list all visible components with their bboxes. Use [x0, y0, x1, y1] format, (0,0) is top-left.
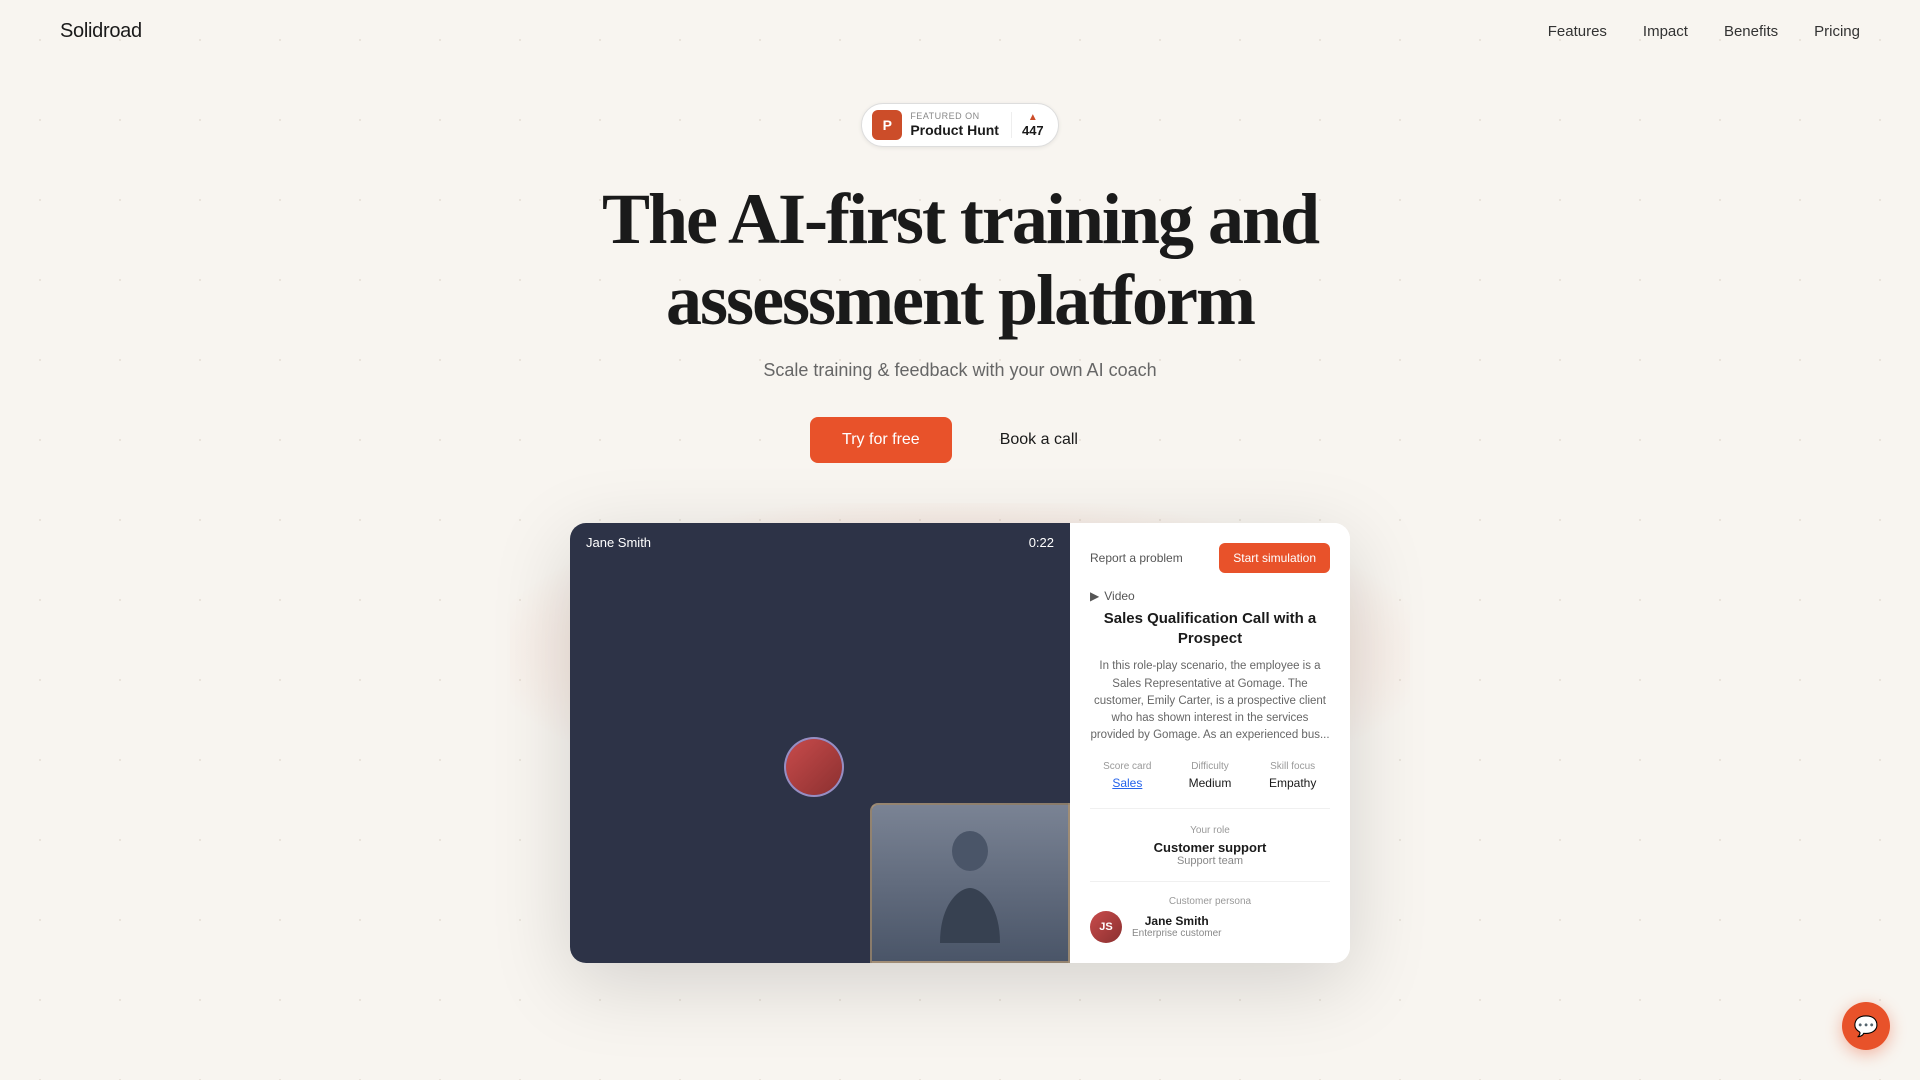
- ph-featured-label: FEATURED ON: [910, 111, 979, 122]
- nav-features[interactable]: Features: [1548, 23, 1607, 40]
- role-team: Support team: [1090, 855, 1330, 867]
- product-hunt-logo: P: [872, 110, 902, 140]
- skill-focus-value: Empathy: [1269, 776, 1316, 790]
- ph-upvote-icon: ▲: [1028, 112, 1038, 123]
- score-card-value[interactable]: Sales: [1112, 776, 1142, 790]
- info-panel: Report a problem Start simulation ▶ Vide…: [1070, 523, 1350, 962]
- nav-benefits[interactable]: Benefits: [1724, 23, 1778, 40]
- chat-icon: 💬: [1854, 1014, 1879, 1039]
- hero-headline: The AI-first training and assessment pla…: [602, 179, 1318, 340]
- persona-type: Enterprise customer: [1132, 928, 1221, 939]
- type-label: Video: [1104, 589, 1134, 603]
- persona-info: Jane Smith Enterprise customer: [1132, 914, 1221, 939]
- demo-container: Jane Smith 0:22: [570, 523, 1350, 962]
- info-panel-header: Report a problem Start simulation: [1090, 543, 1330, 573]
- nav-impact[interactable]: Impact: [1643, 23, 1688, 40]
- role-section: Your role Customer support Support team: [1090, 825, 1330, 882]
- scenario-title: Sales Qualification Call with a Prospect: [1090, 609, 1330, 648]
- meta-grid: Score card Sales Difficulty Medium Skill…: [1090, 761, 1330, 809]
- difficulty-label: Difficulty: [1173, 761, 1248, 772]
- difficulty-meta: Difficulty Medium: [1173, 761, 1248, 792]
- demo-wrapper: Jane Smith 0:22: [0, 523, 1920, 962]
- persona-name: Jane Smith: [1132, 914, 1221, 928]
- difficulty-value: Medium: [1189, 776, 1232, 790]
- chat-support-button[interactable]: 💬: [1842, 1002, 1890, 1050]
- role-section-label: Your role: [1090, 825, 1330, 836]
- book-call-button[interactable]: Book a call: [968, 417, 1110, 463]
- persona-section-label: Customer persona: [1090, 896, 1330, 907]
- try-free-button[interactable]: Try for free: [810, 417, 952, 463]
- report-problem-link[interactable]: Report a problem: [1090, 551, 1183, 565]
- ph-vote-count: 447: [1022, 123, 1044, 138]
- video-timer: 0:22: [1029, 535, 1054, 550]
- video-icon: ▶: [1090, 589, 1099, 603]
- logo[interactable]: Solidroad: [60, 20, 142, 43]
- video-person-name: Jane Smith: [586, 535, 651, 550]
- persona-avatar: JS: [1090, 911, 1122, 943]
- video-panel: Jane Smith 0:22: [570, 523, 1070, 962]
- product-hunt-badge[interactable]: P FEATURED ON Product Hunt ▲ 447: [861, 103, 1058, 147]
- hero-subtitle: Scale training & feedback with your own …: [763, 360, 1156, 381]
- avatar-image: [786, 739, 842, 795]
- persona-section: Customer persona JS Jane Smith Enterpris…: [1090, 896, 1330, 943]
- person-svg: [930, 823, 1010, 943]
- skill-focus-meta: Skill focus Empathy: [1255, 761, 1330, 792]
- scenario-description: In this role-play scenario, the employee…: [1090, 658, 1330, 744]
- avatar-circle: [784, 737, 844, 797]
- ph-name: Product Hunt: [910, 122, 999, 139]
- score-card-label: Score card: [1090, 761, 1165, 772]
- person-silhouette: [872, 805, 1068, 961]
- person-video-thumbnail: [870, 803, 1070, 963]
- nav-pricing[interactable]: Pricing: [1814, 23, 1860, 40]
- video-header: Jane Smith 0:22: [570, 523, 1070, 562]
- role-name: Customer support: [1090, 840, 1330, 855]
- start-simulation-button[interactable]: Start simulation: [1219, 543, 1330, 573]
- type-badge: ▶ Video: [1090, 589, 1330, 603]
- score-card-meta: Score card Sales: [1090, 761, 1165, 792]
- cta-group: Try for free Book a call: [810, 417, 1110, 463]
- skill-focus-label: Skill focus: [1255, 761, 1330, 772]
